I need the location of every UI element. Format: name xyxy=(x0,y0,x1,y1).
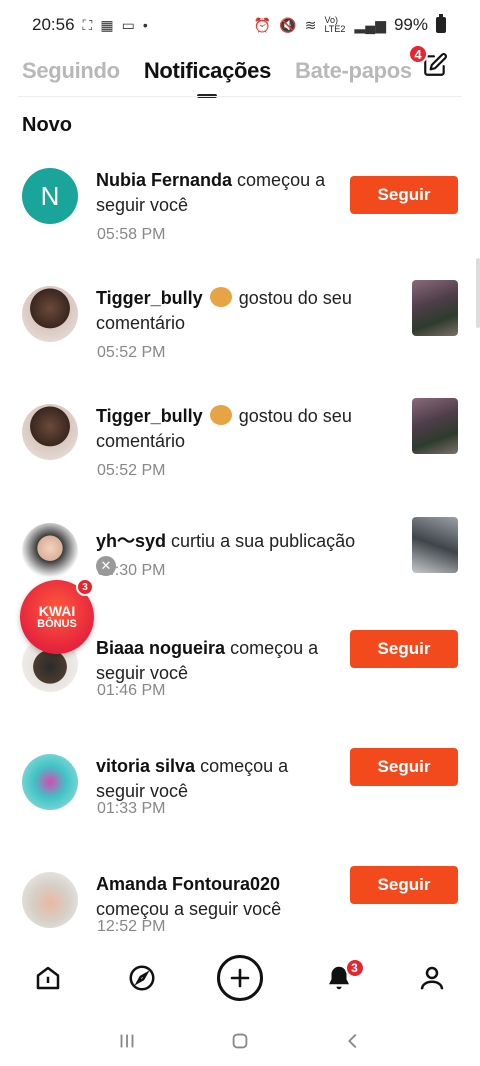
nav-home[interactable] xyxy=(30,960,66,996)
home-button-icon[interactable] xyxy=(229,1030,251,1052)
create-icon xyxy=(230,968,250,988)
notification-text: Tigger_bully gostou do seu comentário xyxy=(96,404,396,454)
user-name[interactable]: yh～syd xyxy=(96,531,166,551)
app-icon: ▦ xyxy=(100,16,114,33)
follow-button[interactable]: Seguir xyxy=(350,630,458,668)
notifications-badge: 3 xyxy=(344,958,365,978)
notification-action: curtiu a sua publicação xyxy=(171,531,356,551)
notification-text: Biaaa nogueira começou a seguir você xyxy=(96,636,340,686)
signal-icon: ▂▄▆ xyxy=(354,16,386,33)
scrollbar[interactable] xyxy=(476,258,480,328)
user-name[interactable]: Tigger_bully xyxy=(96,288,203,308)
kwai-bonus-button[interactable]: KWAI BÔNUS 3 xyxy=(20,578,94,654)
kwai-bonus-line2: BÔNUS xyxy=(37,618,77,630)
tab-bate-papos[interactable]: Bate-papos xyxy=(295,58,412,84)
status-right: ⏰ 🔇 ≋ Vo) LTE2 ▂▄▆ 99% xyxy=(253,14,446,35)
user-name[interactable]: Nubia Fernanda xyxy=(96,170,232,190)
notification-item[interactable]: N Nubia Fernanda começou a seguir você 0… xyxy=(0,160,480,270)
avatar[interactable] xyxy=(22,872,78,928)
notification-action: começou a seguir você xyxy=(96,899,282,919)
follow-button[interactable]: Seguir xyxy=(350,748,458,786)
wifi-icon: ≋ xyxy=(304,16,317,33)
avatar[interactable]: N xyxy=(22,168,78,224)
nav-discover[interactable] xyxy=(124,960,160,996)
user-name[interactable]: Amanda Fontoura020 xyxy=(96,874,280,894)
notification-time: 01:46 PM xyxy=(97,682,166,699)
tab-notificacoes[interactable]: Notificações xyxy=(143,58,272,98)
notification-text: Amanda Fontoura020 começou a seguir você xyxy=(96,872,326,922)
post-thumbnail[interactable] xyxy=(412,517,458,573)
top-tabs: Seguindo Notificações Bate-papos 4 xyxy=(0,44,480,98)
post-thumbnail[interactable] xyxy=(412,280,458,336)
status-left: 20:56 ⛶ ▦ ▭ • xyxy=(32,15,148,35)
section-title: Novo xyxy=(22,114,72,136)
tab-label: Notificações xyxy=(143,58,272,83)
notification-time: 05:58 PM xyxy=(97,226,166,243)
dog-emoji-icon xyxy=(209,287,232,307)
nav-profile[interactable] xyxy=(414,960,450,996)
home-icon xyxy=(36,966,60,990)
notification-text: yh～syd curtiu a sua publicação xyxy=(96,529,396,554)
notification-time: 05:52 PM xyxy=(97,344,166,361)
kwai-bonus-line1: KWAI xyxy=(38,603,76,619)
cast-icon: ▭ xyxy=(121,16,135,33)
user-name[interactable]: Tigger_bully xyxy=(96,406,203,426)
post-thumbnail[interactable] xyxy=(412,398,458,454)
status-bar: 20:56 ⛶ ▦ ▭ • ⏰ 🔇 ≋ Vo) LTE2 ▂▄▆ 99% xyxy=(0,0,480,50)
profile-icon xyxy=(420,966,444,990)
divider xyxy=(18,96,462,97)
notification-text: vitoria silva começou a seguir você xyxy=(96,754,340,804)
avatar-letter: N xyxy=(40,180,60,211)
follow-button[interactable]: Seguir xyxy=(350,866,458,904)
system-nav xyxy=(0,1016,480,1066)
close-icon[interactable]: ✕ xyxy=(96,556,116,576)
network-label: Vo) LTE2 xyxy=(324,15,346,34)
discover-icon xyxy=(129,965,154,991)
user-name[interactable]: Biaaa nogueira xyxy=(96,638,225,658)
chat-badge: 4 xyxy=(408,44,428,64)
avatar[interactable] xyxy=(22,286,78,342)
dot-icon: • xyxy=(142,17,148,33)
nav-create[interactable] xyxy=(217,955,263,1001)
tab-label: Bate-papos xyxy=(295,58,412,83)
avatar[interactable] xyxy=(22,523,78,579)
compose-button[interactable]: 4 xyxy=(408,44,448,78)
avatar[interactable] xyxy=(22,404,78,460)
battery-percent: 99% xyxy=(393,15,428,34)
follow-button[interactable]: Seguir xyxy=(350,176,458,214)
notification-time: 01:33 PM xyxy=(97,800,166,817)
notification-text: Nubia Fernanda começou a seguir você xyxy=(96,168,340,218)
user-name[interactable]: vitoria silva xyxy=(96,756,195,776)
notification-text: Tigger_bully gostou do seu comentário xyxy=(96,286,396,336)
notification-item[interactable]: Tigger_bully gostou do seu comentário 05… xyxy=(0,278,480,388)
alarm-icon: ⏰ xyxy=(253,16,272,33)
avatar[interactable] xyxy=(22,754,78,810)
recent-apps-icon[interactable] xyxy=(116,1030,138,1052)
status-time: 20:56 xyxy=(32,15,75,34)
notification-time: 12:52 PM xyxy=(97,918,166,935)
tab-seguindo[interactable]: Seguindo xyxy=(22,58,120,84)
screenshot-icon: ⛶ xyxy=(82,16,93,33)
back-icon[interactable] xyxy=(342,1030,364,1052)
battery-icon xyxy=(436,14,446,33)
nav-notifications[interactable]: 3 xyxy=(321,958,365,996)
tab-label: Seguindo xyxy=(22,58,120,83)
notification-item[interactable]: vitoria silva começou a seguir você 01:3… xyxy=(0,746,480,856)
mute-icon: 🔇 xyxy=(279,16,297,33)
kwai-bonus-badge: 3 xyxy=(76,578,94,596)
notification-time: 05:52 PM xyxy=(97,462,166,479)
dog-emoji-icon xyxy=(209,405,232,425)
bottom-nav: 3 xyxy=(0,940,480,1016)
notification-item[interactable]: Tigger_bully gostou do seu comentário 05… xyxy=(0,396,480,506)
